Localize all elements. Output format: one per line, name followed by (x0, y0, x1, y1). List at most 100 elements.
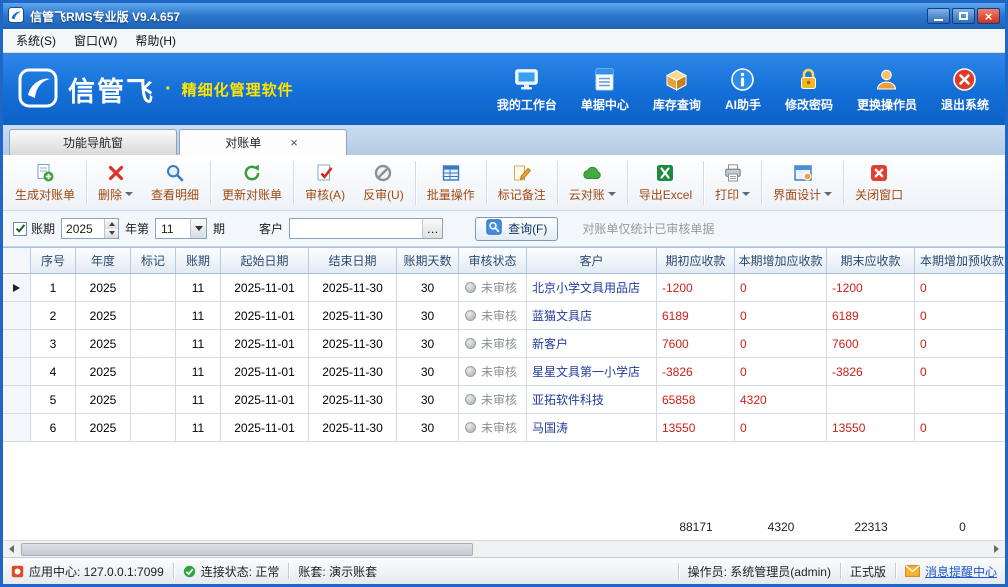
cell-end_recv: 7600 (827, 330, 915, 358)
column-header[interactable]: 本期增加预收款 (915, 248, 1005, 274)
dropdown-arrow-icon[interactable] (742, 192, 750, 196)
row-selector[interactable] (3, 274, 31, 302)
nav-workbench[interactable]: 我的工作台 (497, 66, 557, 113)
row-selector[interactable] (3, 414, 31, 442)
column-header[interactable]: 年度 (76, 248, 131, 274)
generate-statement-button[interactable]: 生成对账单 (6, 158, 84, 208)
column-header[interactable]: 期末应收款 (827, 248, 915, 274)
scrollbar-thumb[interactable] (21, 543, 473, 556)
delete-button[interactable]: 删除 (89, 158, 142, 208)
toolbar-button-label-row: 批量操作 (427, 186, 475, 203)
export-excel-button[interactable]: 导出Excel (630, 158, 701, 208)
connection-ok-icon (183, 565, 196, 578)
toolbar-separator (86, 161, 87, 205)
nav-inventory-query[interactable]: 库存查询 (653, 66, 701, 113)
scroll-left-icon[interactable] (3, 541, 20, 557)
spinner-down-icon[interactable] (105, 229, 118, 239)
menu-item[interactable]: 帮助(H) (126, 29, 185, 52)
printer-icon (723, 163, 743, 183)
cell-start_date: 2025-11-01 (221, 358, 309, 386)
chevron-down-icon[interactable] (190, 219, 206, 238)
maximize-button[interactable] (952, 8, 975, 24)
message-center-link[interactable]: 消息提醒中心 (925, 563, 997, 580)
gray-dot-icon (465, 422, 476, 433)
tab-close-icon[interactable]: × (287, 135, 301, 150)
audit-button[interactable]: 审核(A) (296, 158, 354, 208)
close-window-button[interactable]: × (977, 8, 1000, 24)
cell-add_recv: 0 (735, 330, 827, 358)
title-bar: 信管飞RMS专业版 V9.4.657 × (3, 3, 1005, 29)
cell-end_date: 2025-11-30 (309, 414, 397, 442)
update-statement-button[interactable]: 更新对账单 (213, 158, 291, 208)
menu-item[interactable]: 系统(S) (7, 29, 65, 52)
year-spinner[interactable]: 2025 (61, 218, 119, 239)
status-text: 未审核 (481, 419, 517, 436)
customer-input[interactable] (290, 219, 422, 238)
row-selector[interactable] (3, 386, 31, 414)
view-detail-button[interactable]: 查看明细 (142, 158, 208, 208)
table-row[interactable]: 32025112025-11-012025-11-3030未审核新客户76000… (3, 330, 1005, 358)
nav-doc-center[interactable]: 单据中心 (581, 66, 629, 113)
status-separator (288, 563, 289, 579)
column-header[interactable]: 本期增加应收款 (735, 248, 827, 274)
nav-change-password[interactable]: 修改密码 (785, 66, 833, 113)
cell-add_pre: 0 (915, 274, 1005, 302)
dropdown-arrow-icon[interactable] (125, 192, 133, 196)
menu-item[interactable]: 窗口(W) (65, 29, 126, 52)
column-header[interactable]: 账期天数 (397, 248, 459, 274)
unaudit-button[interactable]: 反审(U) (354, 158, 413, 208)
status-text: 未审核 (481, 363, 517, 380)
query-button[interactable]: 查询(F) (475, 217, 558, 241)
toolbar-separator (843, 161, 844, 205)
cell-end_recv: -3826 (827, 358, 915, 386)
table-row[interactable]: 42025112025-11-012025-11-3030未审核星星文具第一小学… (3, 358, 1005, 386)
cell-period: 11 (176, 302, 221, 330)
batch-operation-button[interactable]: 批量操作 (418, 158, 484, 208)
row-selector[interactable] (3, 330, 31, 358)
scroll-right-icon[interactable] (988, 541, 1005, 557)
table-row[interactable]: 22025112025-11-012025-11-3030未审核蓝猫文具店618… (3, 302, 1005, 330)
close-window-button[interactable]: 关闭窗口 (846, 158, 912, 208)
period-checkbox[interactable]: 账期 (13, 220, 55, 237)
table-row[interactable]: 52025112025-11-012025-11-3030未审核亚拓软件科技65… (3, 386, 1005, 414)
column-header[interactable]: 序号 (31, 248, 76, 274)
magnifier-icon (165, 163, 185, 183)
column-header[interactable]: 账期 (176, 248, 221, 274)
column-header[interactable]: 结束日期 (309, 248, 397, 274)
column-header[interactable]: 期初应收款 (657, 248, 735, 274)
table-row[interactable]: 62025112025-11-012025-11-3030未审核马国涛13550… (3, 414, 1005, 442)
status-separator (895, 563, 896, 579)
customer-picker-button[interactable]: … (422, 219, 442, 238)
print-button[interactable]: 打印 (706, 158, 759, 208)
nav-ai-assistant[interactable]: AI助手 (725, 66, 761, 113)
period-select[interactable]: 11 (155, 218, 207, 239)
tab-statement[interactable]: 对账单× (179, 129, 347, 155)
horizontal-scrollbar[interactable] (3, 540, 1005, 557)
dropdown-arrow-icon[interactable] (608, 192, 616, 196)
ui-design-button[interactable]: 界面设计 (764, 158, 841, 208)
column-header[interactable]: 标记 (131, 248, 176, 274)
cell-add_pre (915, 386, 1005, 414)
nav-switch-operator[interactable]: 更换操作员 (857, 66, 917, 113)
spinner-up-icon[interactable] (105, 219, 118, 229)
window-title: 信管飞RMS专业版 V9.4.657 (30, 8, 180, 25)
column-header[interactable]: 起始日期 (221, 248, 309, 274)
cell-status: 未审核 (459, 274, 527, 302)
inventory-icon (663, 66, 690, 93)
column-header[interactable]: 审核状态 (459, 248, 527, 274)
cell-end_recv: -1200 (827, 274, 915, 302)
table-row[interactable]: 12025112025-11-012025-11-3030未审核北京小学文具用品… (3, 274, 1005, 302)
nav-exit-system[interactable]: 退出系统 (941, 66, 989, 113)
dropdown-arrow-icon[interactable] (824, 192, 832, 196)
row-selector[interactable] (3, 358, 31, 386)
row-selector[interactable] (3, 302, 31, 330)
cloud-reconcile-button[interactable]: 云对账 (560, 158, 625, 208)
mark-note-button[interactable]: 标记备注 (489, 158, 555, 208)
message-icon (905, 565, 920, 577)
table-empty-space (3, 442, 1005, 514)
minimize-button[interactable] (927, 8, 950, 24)
tab-function-nav[interactable]: 功能导航窗 (9, 129, 177, 155)
status-message-center[interactable]: 消息提醒中心 (905, 563, 997, 580)
column-header[interactable]: 客户 (527, 248, 657, 274)
cell-customer: 蓝猫文具店 (527, 302, 657, 330)
